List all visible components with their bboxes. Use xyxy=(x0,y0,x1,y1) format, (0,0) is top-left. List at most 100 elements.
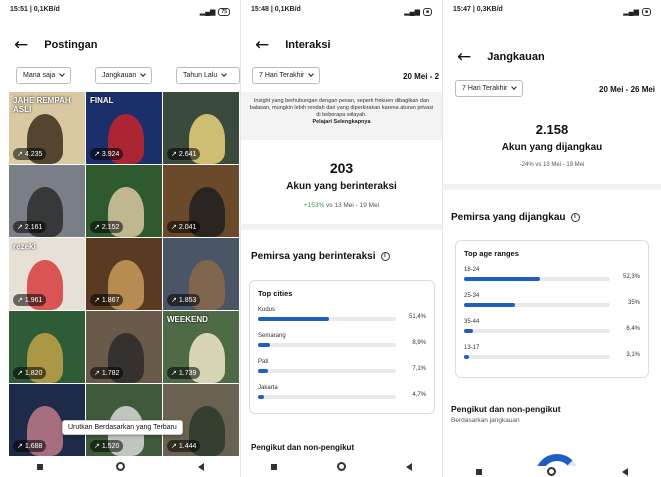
trend-icon: ↗ xyxy=(94,151,100,158)
post-thumbnail[interactable]: ↗ 1.853 xyxy=(163,238,239,310)
trend-icon: ↗ xyxy=(17,443,23,450)
trend-icon: ↗ xyxy=(17,224,23,231)
post-thumbnail[interactable]: WEEKEND ↗ 1.739 xyxy=(163,311,239,383)
stat-label: Semarang xyxy=(258,333,286,339)
card-title: Top age ranges xyxy=(464,249,519,258)
post-thumbnail[interactable]: ↗ 2.161 xyxy=(9,165,85,237)
reach-value: 1.739 xyxy=(178,369,197,377)
reach-value: 1.820 xyxy=(24,369,43,377)
post-thumbnail[interactable]: ↗ 2.641 xyxy=(163,92,239,164)
learn-more-link[interactable]: Pelajari Selengkapnya xyxy=(247,119,436,126)
date-range: 20 Mei - 26 Mei xyxy=(599,85,656,94)
stat-percent: 7,1% xyxy=(412,366,426,372)
stat-label: Jakarta xyxy=(258,385,278,391)
stat-bar-track xyxy=(464,303,610,307)
recents-icon[interactable] xyxy=(271,463,277,470)
back-nav-icon[interactable] xyxy=(197,462,204,471)
stat-percent: 52,3% xyxy=(622,274,640,280)
stat-bar-track xyxy=(464,277,610,281)
post-thumbnail[interactable]: FINAL ↗ 3.924 xyxy=(86,92,162,164)
trend-icon: ↗ xyxy=(17,370,23,377)
stat-row: 13-17 3,1% xyxy=(464,345,640,371)
stat-percent: 4,7% xyxy=(412,392,426,398)
reach-value: 2.041 xyxy=(178,223,197,231)
interactions-screen: 15:48 | 0,1KB/d ▂▄▆ ■ ← Interaksi 7 Hari … xyxy=(240,0,442,477)
post-thumbnail[interactable]: ↗ 2.152 xyxy=(86,165,162,237)
reach-count-badge: ↗ 2.041 xyxy=(167,221,201,233)
post-thumbnail[interactable]: ↗ 2.041 xyxy=(163,165,239,237)
chevron-down-icon xyxy=(221,71,228,77)
back-nav-icon[interactable] xyxy=(622,467,629,476)
status-bar: 15:47 | 0,3KB/d ▂▄▆ ■ xyxy=(443,0,661,18)
posts-screen: 15:51 | 0,1KB/d ▂▄▆ 75 ← Postingan Mana s… xyxy=(0,0,240,477)
stat-label: 13-17 xyxy=(464,345,480,351)
back-arrow-icon[interactable]: ← xyxy=(457,48,471,66)
chevron-down-icon xyxy=(59,71,66,77)
info-icon[interactable]: i xyxy=(570,213,580,222)
page-title: Interaksi xyxy=(285,39,331,51)
stat-label: 18-24 xyxy=(464,267,480,273)
info-text: Insight yang berhubungan dengan pesan, s… xyxy=(249,98,434,118)
post-thumbnail[interactable]: JAHE REMPAH ASLI ↗ 4.235 xyxy=(9,92,85,164)
post-thumbnail[interactable]: ↗ 1.867 xyxy=(86,238,162,310)
recents-icon[interactable] xyxy=(475,468,482,475)
reach-value: 3.924 xyxy=(101,150,120,158)
filter-metric[interactable]: Jangkauan xyxy=(95,67,153,84)
trend-icon: ↗ xyxy=(94,370,100,377)
stat-bar-track xyxy=(258,395,396,399)
info-icon[interactable]: i xyxy=(380,252,390,261)
reach-value: 1.444 xyxy=(178,442,197,450)
stat-label: Pati xyxy=(258,359,269,365)
reach-value: 1.961 xyxy=(24,296,43,304)
system-nav-bar xyxy=(443,466,661,477)
home-icon[interactable] xyxy=(337,462,346,471)
trend-icon: ↗ xyxy=(17,297,23,304)
section-divider xyxy=(241,224,442,230)
trend-icon: ↗ xyxy=(94,224,100,231)
signal-icon: ▂▄▆ xyxy=(199,9,216,16)
screenshot-collage: 15:51 | 0,1KB/d ▂▄▆ 75 ← Postingan Mana s… xyxy=(0,0,661,477)
filter-location[interactable]: Mana saja xyxy=(16,67,72,84)
date-filter[interactable]: 7 Hari Terakhir xyxy=(455,80,524,97)
reach-count-badge: ↗ 1.444 xyxy=(167,440,201,452)
filter-period[interactable]: Tahun Lalu xyxy=(176,67,240,84)
stat-label: Kudus xyxy=(258,307,276,313)
system-nav-bar xyxy=(241,456,442,477)
followers-subtitle: Berdasarkan jangkauan xyxy=(451,417,520,424)
reach-screen: 15:47 | 0,3KB/d ▂▄▆ ■ ← Jangkauan 7 Hari … xyxy=(442,0,661,477)
post-thumbnail[interactable]: rezeki ↗ 1.961 xyxy=(9,238,85,310)
back-nav-icon[interactable] xyxy=(406,462,412,471)
back-arrow-icon[interactable]: ← xyxy=(14,36,28,54)
reach-value: 1.520 xyxy=(101,442,120,450)
back-arrow-icon[interactable]: ← xyxy=(255,36,269,54)
page-title: Postingan xyxy=(44,39,98,51)
signal-icon: ▂▄▆ xyxy=(623,9,639,16)
stat-bar-track xyxy=(258,369,396,373)
trend-icon: ↗ xyxy=(17,151,23,158)
audience-section-title: Pemirsa yang berinteraksi i xyxy=(251,251,390,262)
reach-count-badge: ↗ 4.235 xyxy=(13,148,47,160)
stat-bar-fill xyxy=(464,277,541,281)
reach-count-badge: ↗ 1.853 xyxy=(167,294,201,306)
reach-label: Akun yang dijangkau xyxy=(501,142,603,153)
recents-icon[interactable] xyxy=(36,463,43,470)
stat-bar-fill xyxy=(464,329,474,333)
top-ages-card: Top age ranges 18-24 52,3% 25-34 35% 35-44 6,… xyxy=(455,240,649,378)
stat-percent: 51,4% xyxy=(408,314,426,320)
reach-count-badge: ↗ 1.820 xyxy=(13,367,47,379)
post-thumbnail[interactable]: ↗ 1.782 xyxy=(86,311,162,383)
post-thumbnail[interactable]: ↗ 1.820 xyxy=(9,311,85,383)
stat-percent: 8,9% xyxy=(412,340,426,346)
home-icon[interactable] xyxy=(115,462,125,471)
age-list: 18-24 52,3% 25-34 35% 35-44 6,4% 13-17 3,1% xyxy=(464,267,640,371)
post-caption: rezeki xyxy=(13,242,36,251)
reach-count-badge: ↗ 2.152 xyxy=(90,221,124,233)
followers-section-title: Pengikut dan non-pengikut xyxy=(251,443,355,452)
home-icon[interactable] xyxy=(547,467,557,476)
stat-row: 18-24 52,3% xyxy=(464,267,640,293)
trend-icon: ↗ xyxy=(171,151,177,158)
reach-value: 2.152 xyxy=(101,223,120,231)
stat-bar-fill xyxy=(258,343,271,347)
stat-row: Jakarta 4,7% xyxy=(258,385,426,411)
date-filter[interactable]: 7 Hari Terakhir xyxy=(252,67,321,84)
